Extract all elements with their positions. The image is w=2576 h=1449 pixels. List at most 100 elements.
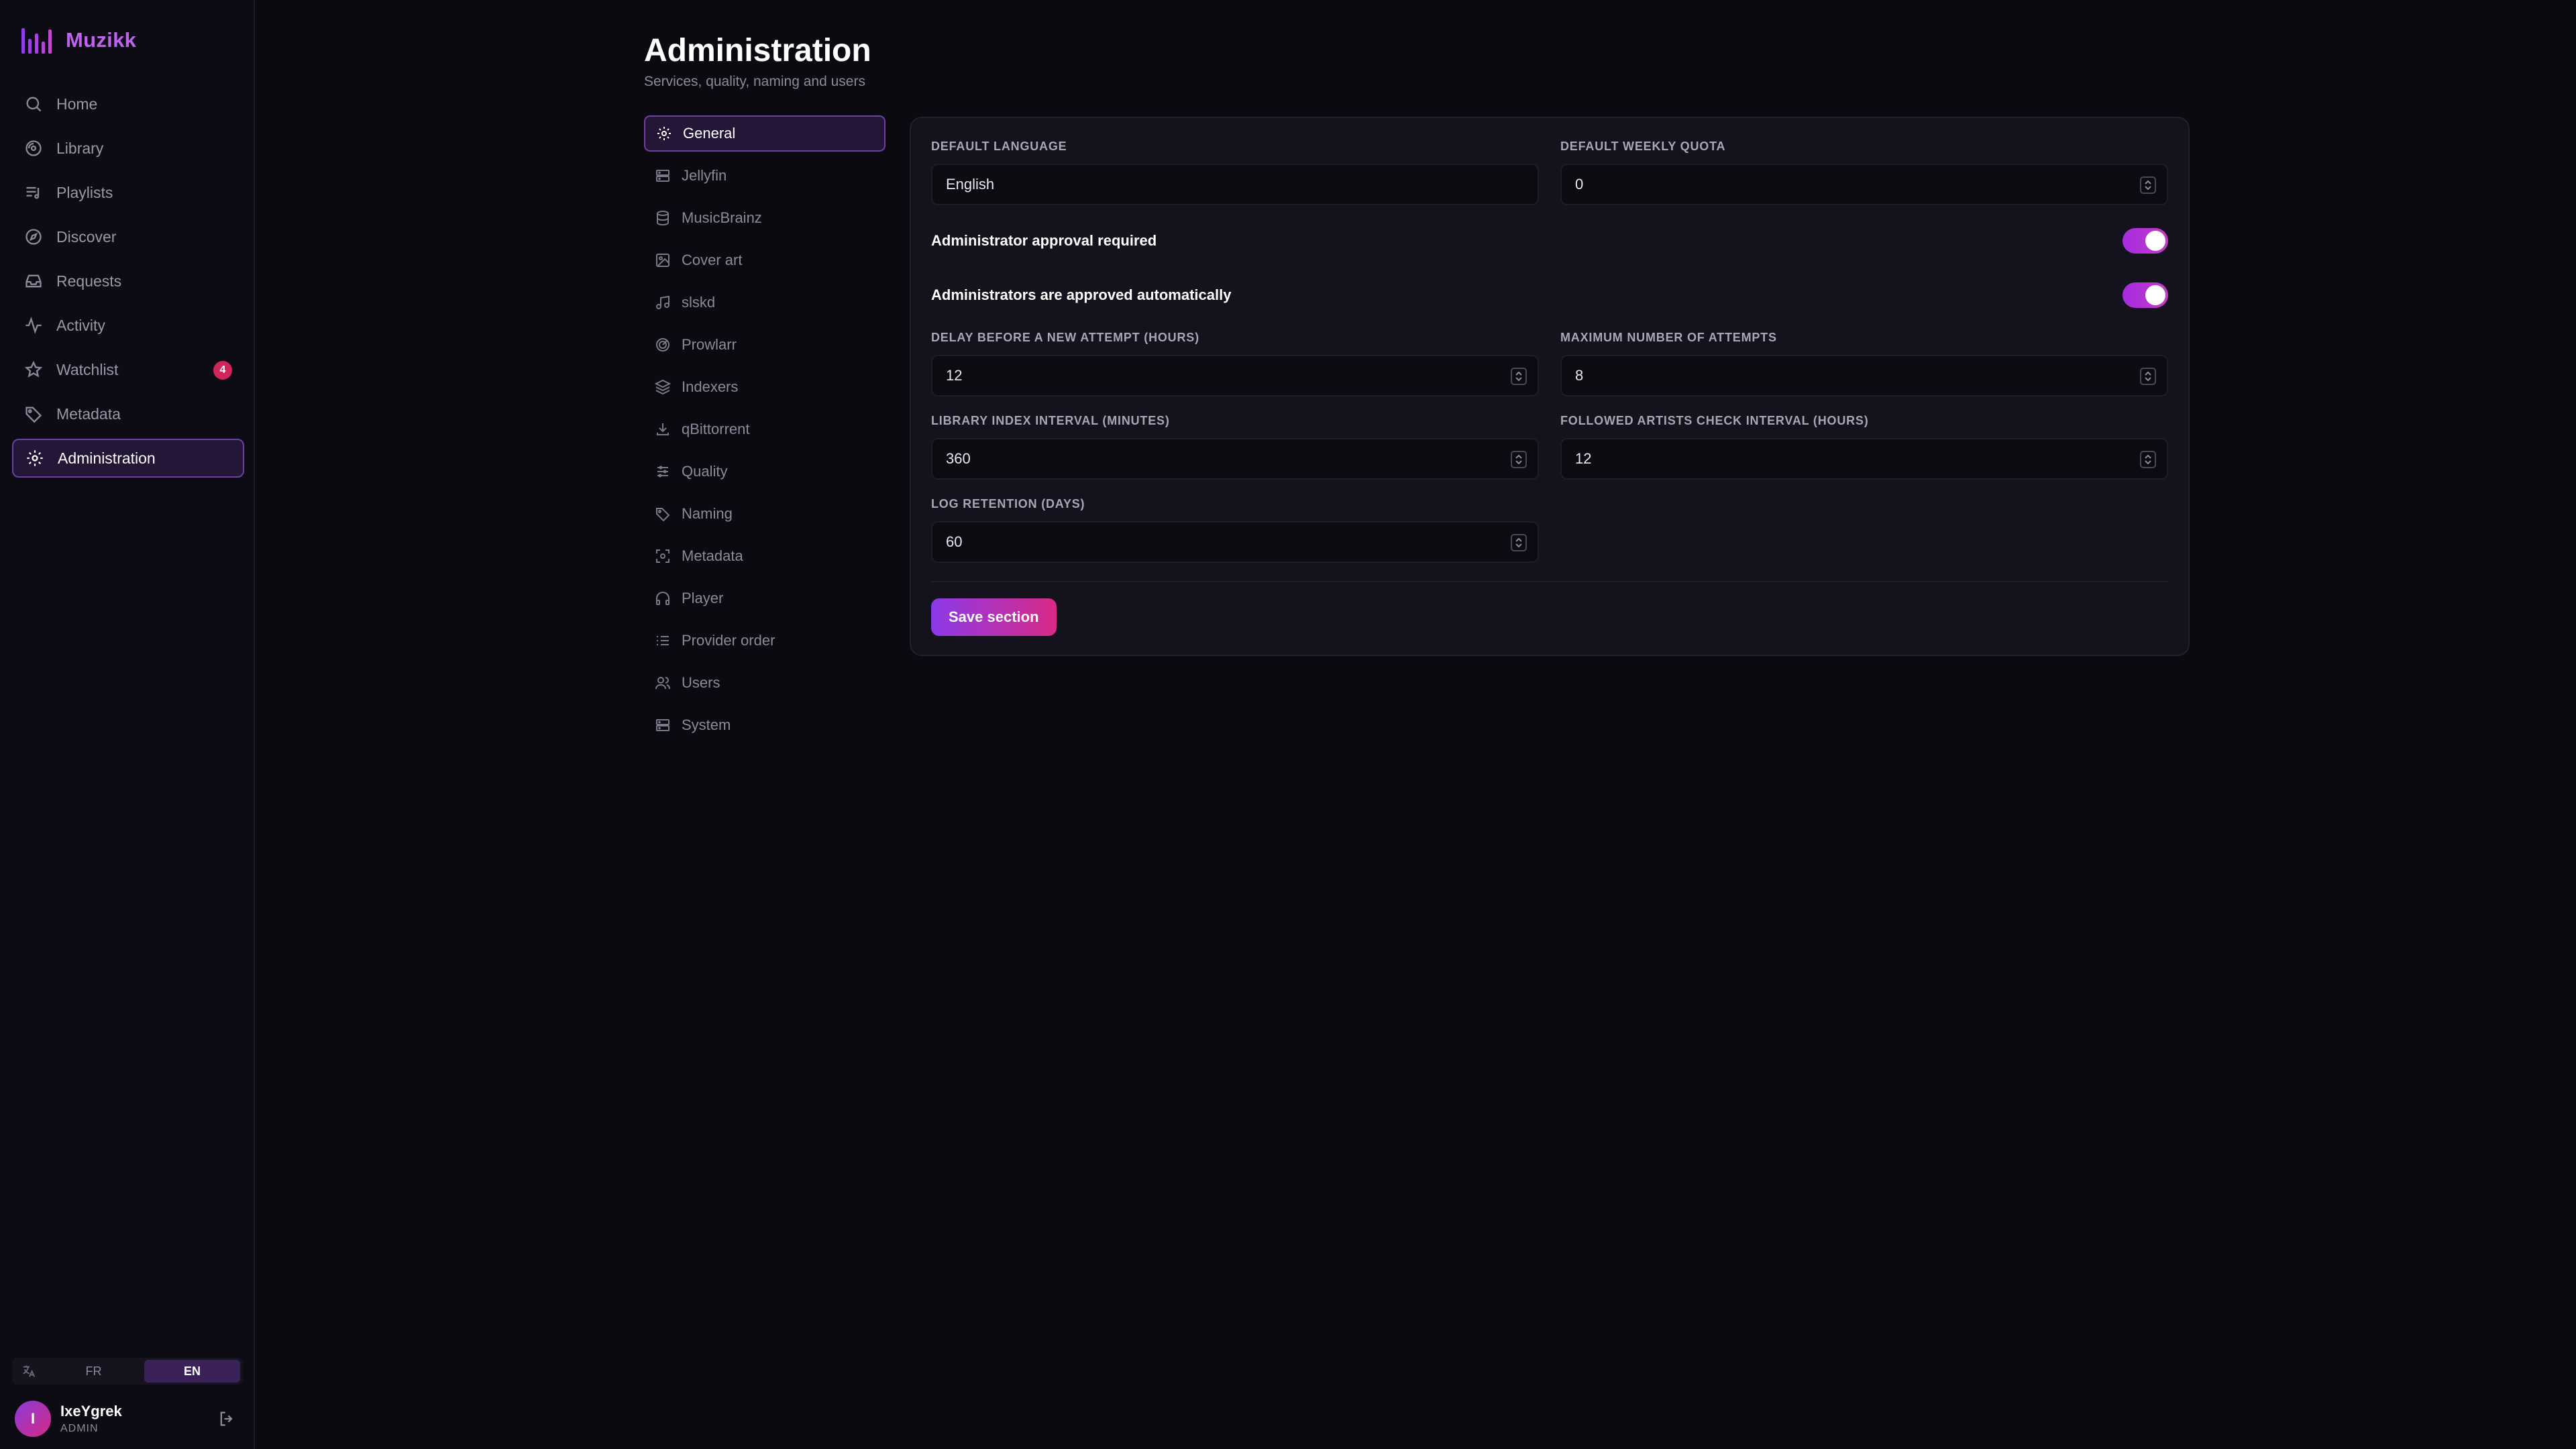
input-value: 12 (946, 367, 963, 384)
toggle-label: Administrator approval required (931, 232, 1157, 249)
admin-tab-label: Cover art (682, 252, 743, 268)
field-label: Log retention (days) (931, 497, 1085, 511)
input-value: 60 (946, 533, 963, 550)
tag-icon (24, 405, 43, 423)
admin-tab-label: qBittorrent (682, 421, 750, 437)
admin-tab-label: System (682, 716, 731, 733)
input-value: 12 (1575, 450, 1592, 467)
tag-icon (655, 506, 671, 522)
language-switcher: FR EN (12, 1358, 243, 1385)
admins-auto-approved-toggle[interactable] (2123, 282, 2168, 308)
sidebar-item-label: Administration (58, 449, 156, 467)
sidebar-item-label: Metadata (56, 405, 121, 423)
admin-tab-label: Prowlarr (682, 336, 737, 353)
admin-tab-label: General (683, 125, 736, 142)
scan-icon (655, 548, 671, 564)
number-stepper-icon[interactable] (1511, 451, 1527, 468)
admin-tab-label: Indexers (682, 378, 739, 395)
number-stepper-icon[interactable] (2140, 368, 2156, 385)
admin-tab-jellyfin[interactable]: Jellyfin (644, 158, 885, 194)
main-nav: Home Library Playlists Discover Requests… (12, 85, 244, 483)
library-index-interval-field: Library index interval (minutes) 360 (931, 414, 1539, 480)
admin-tab-users[interactable]: Users (644, 665, 885, 701)
followed-artists-interval-input[interactable]: 12 (1560, 438, 2168, 480)
lang-en-button[interactable]: EN (144, 1360, 240, 1383)
admin-tab-quality[interactable]: Quality (644, 453, 885, 490)
sidebar-item-requests[interactable]: Requests (12, 262, 244, 301)
retry-delay-input[interactable]: 12 (931, 355, 1539, 396)
log-retention-field: Log retention (days) 60 (931, 497, 1539, 563)
sidebar-item-metadata[interactable]: Metadata (12, 394, 244, 433)
admin-tab-player[interactable]: Player (644, 580, 885, 616)
number-stepper-icon[interactable] (1511, 368, 1527, 385)
brand[interactable]: Muzikk (21, 27, 136, 54)
inbox-icon (24, 272, 43, 290)
default-language-select[interactable]: English (931, 164, 1539, 205)
search-icon (24, 95, 43, 113)
sidebar-item-playlists[interactable]: Playlists (12, 173, 244, 212)
input-value: 8 (1575, 367, 1584, 384)
default-weekly-quota-field: Default weekly quota 0 (1560, 140, 2168, 205)
avatar[interactable]: I (15, 1401, 51, 1437)
admin-tab-qbittorrent[interactable]: qBittorrent (644, 411, 885, 447)
sidebar-item-label: Home (56, 95, 98, 113)
admin-tab-system[interactable]: System (644, 707, 885, 743)
admin-tab-label: Quality (682, 463, 728, 480)
admin-tab-label: Users (682, 674, 720, 691)
library-index-interval-input[interactable]: 360 (931, 438, 1539, 480)
admin-tab-label: Provider order (682, 632, 775, 649)
number-stepper-icon[interactable] (2140, 451, 2156, 468)
log-retention-input[interactable]: 60 (931, 521, 1539, 563)
sidebar-item-home[interactable]: Home (12, 85, 244, 123)
input-value: 360 (946, 450, 971, 467)
server-icon (655, 717, 671, 733)
admin-tab-metadata[interactable]: Metadata (644, 538, 885, 574)
max-attempts-input[interactable]: 8 (1560, 355, 2168, 396)
sidebar-item-discover[interactable]: Discover (12, 217, 244, 256)
sliders-icon (655, 464, 671, 480)
equalizer-logo-icon (21, 27, 54, 54)
image-icon (655, 252, 671, 268)
sidebar-item-library[interactable]: Library (12, 129, 244, 168)
input-value: 0 (1575, 176, 1584, 193)
sidebar-item-label: Activity (56, 316, 105, 334)
default-language-field: Default language English (931, 140, 1539, 205)
admin-tab-provider-order[interactable]: Provider order (644, 623, 885, 659)
admin-tab-indexers[interactable]: Indexers (644, 369, 885, 405)
admin-tab-slskd[interactable]: slskd (644, 284, 885, 321)
followed-artists-interval-field: Followed artists check interval (hours) … (1560, 414, 2168, 480)
field-label: Followed artists check interval (hours) (1560, 414, 1869, 427)
approval-required-toggle[interactable] (2123, 228, 2168, 254)
sidebar-item-watchlist[interactable]: Watchlist 4 (12, 350, 244, 389)
sidebar-item-activity[interactable]: Activity (12, 306, 244, 345)
number-stepper-icon[interactable] (1511, 534, 1527, 551)
admin-tab-cover-art[interactable]: Cover art (644, 242, 885, 278)
number-stepper-icon[interactable] (2140, 176, 2156, 194)
headphones-icon (655, 590, 671, 606)
database-icon (655, 210, 671, 226)
admins-auto-approved-row: Administrators are approved automaticall… (931, 278, 2168, 312)
default-weekly-quota-input[interactable]: 0 (1560, 164, 2168, 205)
user-card: I IxeYgrek ADMIN (15, 1399, 236, 1439)
sidebar: Muzikk Home Library Playlists Discover R… (0, 0, 255, 1449)
compass-icon (24, 227, 43, 246)
toggle-knob (2145, 231, 2165, 251)
sidebar-item-label: Watchlist (56, 360, 119, 378)
gear-icon (656, 125, 672, 142)
field-label: Default weekly quota (1560, 140, 1726, 153)
lang-fr-button[interactable]: FR (46, 1360, 142, 1383)
admin-tab-musicbrainz[interactable]: MusicBrainz (644, 200, 885, 236)
admin-tab-general[interactable]: General (644, 115, 885, 152)
field-label: Delay before a new attempt (hours) (931, 331, 1199, 344)
layers-icon (655, 379, 671, 395)
admin-tab-prowlarr[interactable]: Prowlarr (644, 327, 885, 363)
toggle-knob (2145, 285, 2165, 305)
admin-tab-label: Jellyfin (682, 167, 727, 184)
field-label: Library index interval (minutes) (931, 414, 1170, 427)
sidebar-item-label: Library (56, 139, 104, 157)
user-name: IxeYgrek (60, 1403, 122, 1419)
admin-tab-naming[interactable]: Naming (644, 496, 885, 532)
sidebar-item-administration[interactable]: Administration (12, 439, 244, 478)
logout-icon[interactable] (217, 1409, 236, 1428)
save-section-button[interactable]: Save section (931, 598, 1057, 636)
